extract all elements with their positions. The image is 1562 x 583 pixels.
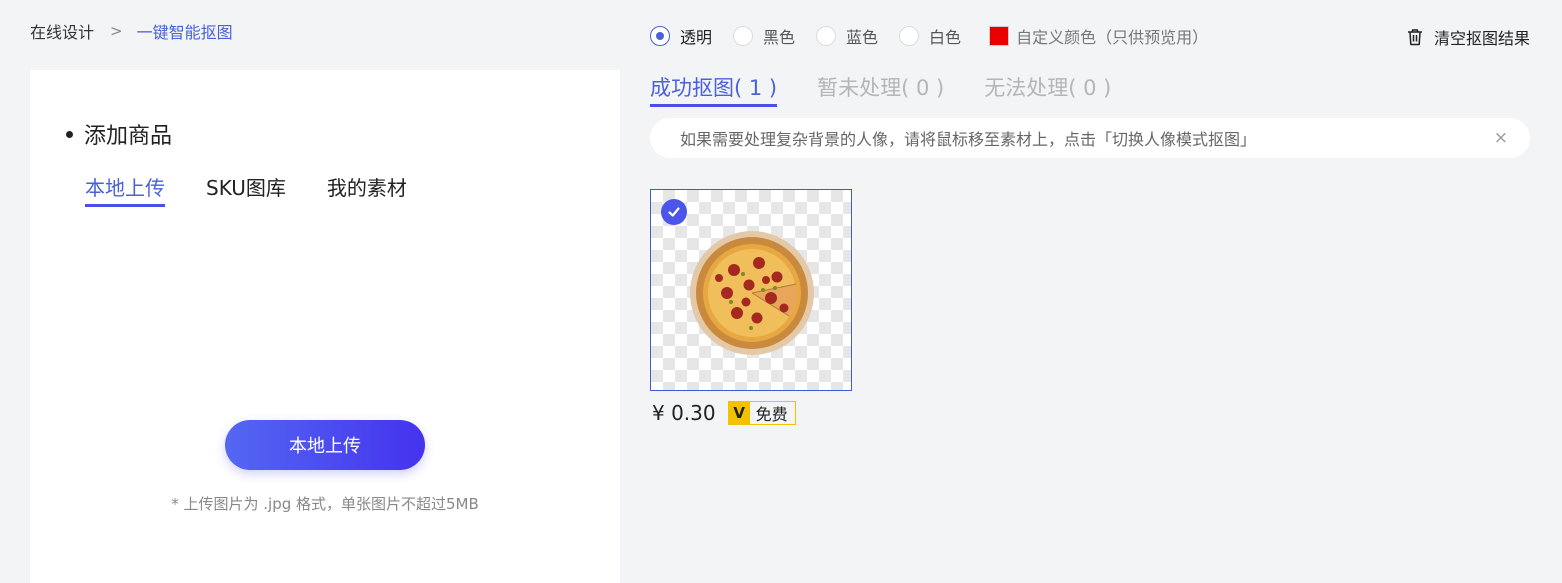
source-tabs: 本地上传 SKU图库 我的素材 bbox=[85, 172, 448, 207]
breadcrumb-current: 一键智能抠图 bbox=[136, 23, 233, 42]
add-product-panel: 添加商品 本地上传 SKU图库 我的素材 本地上传 * 上传图片为 .jpg 格… bbox=[30, 70, 620, 583]
radio-icon[interactable] bbox=[733, 26, 754, 46]
bg-option-label: 黑色 bbox=[763, 28, 796, 47]
tab-local-upload[interactable]: 本地上传 bbox=[85, 172, 165, 207]
price-value: ¥ 0.30 bbox=[652, 401, 716, 425]
result-image-card[interactable] bbox=[650, 189, 852, 391]
radio-icon[interactable] bbox=[816, 26, 837, 46]
result-tabs: 成功抠图( 1 ) 暂未处理( 0 ) 无法处理( 0 ) bbox=[650, 72, 1151, 107]
custom-color-swatch[interactable] bbox=[989, 26, 1010, 46]
clear-results-label: 清空抠图结果 bbox=[1433, 29, 1530, 48]
local-upload-button[interactable]: 本地上传 bbox=[225, 420, 425, 470]
breadcrumb: 在线设计 > 一键智能抠图 bbox=[30, 19, 233, 43]
upload-hint: * 上传图片为 .jpg 格式，单张图片不超过5MB bbox=[171, 495, 479, 513]
bullet-dot-icon bbox=[66, 130, 73, 138]
breadcrumb-separator: > bbox=[110, 22, 123, 40]
trash-icon bbox=[1407, 29, 1422, 46]
bg-option-blue[interactable]: 蓝色 bbox=[816, 24, 878, 48]
selected-check-icon[interactable] bbox=[661, 199, 687, 225]
tab-pending[interactable]: 暂未处理( 0 ) bbox=[817, 72, 944, 107]
bg-option-label: 蓝色 bbox=[846, 28, 879, 47]
clear-results-button[interactable]: 清空抠图结果 bbox=[1407, 25, 1530, 49]
free-label: 免费 bbox=[755, 405, 788, 424]
pizza-image bbox=[690, 231, 814, 355]
portrait-mode-notice: 如果需要处理复杂背景的人像，请将鼠标移至素材上，点击「切换人像模式抠图」 × bbox=[650, 118, 1530, 158]
check-icon bbox=[668, 207, 680, 217]
section-title: 添加商品 bbox=[66, 118, 172, 150]
bg-option-label: 白色 bbox=[929, 28, 962, 47]
vip-icon: V bbox=[728, 402, 750, 424]
bg-option-label: 透明 bbox=[680, 28, 713, 47]
radio-icon[interactable] bbox=[650, 26, 670, 46]
notice-text: 如果需要处理复杂背景的人像，请将鼠标移至素材上，点击「切换人像模式抠图」 bbox=[680, 130, 1257, 149]
tab-failed[interactable]: 无法处理( 0 ) bbox=[984, 72, 1111, 107]
vip-free-badge: V 免费 bbox=[727, 401, 796, 425]
radio-icon[interactable] bbox=[899, 26, 920, 46]
bg-option-black[interactable]: 黑色 bbox=[733, 24, 795, 48]
bg-option-transparent[interactable]: 透明 bbox=[650, 24, 712, 48]
price-row: ¥ 0.30 V 免费 bbox=[652, 401, 796, 425]
tab-success[interactable]: 成功抠图( 1 ) bbox=[650, 72, 778, 107]
close-icon[interactable]: × bbox=[1494, 129, 1508, 147]
tab-sku-library[interactable]: SKU图库 bbox=[206, 172, 286, 207]
section-title-text: 添加商品 bbox=[84, 124, 173, 149]
background-options: 透明 黑色 蓝色 白色 自定义颜色（只供预览用） bbox=[650, 25, 1208, 47]
custom-color-label[interactable]: 自定义颜色（只供预览用） bbox=[1016, 24, 1208, 48]
breadcrumb-home-link[interactable]: 在线设计 bbox=[30, 19, 94, 43]
tab-my-materials[interactable]: 我的素材 bbox=[327, 172, 407, 207]
bg-option-white[interactable]: 白色 bbox=[899, 24, 961, 48]
